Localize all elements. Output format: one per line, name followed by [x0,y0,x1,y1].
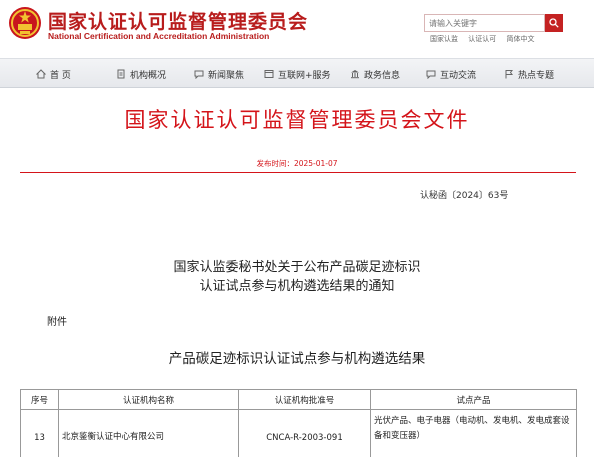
row-pilot-products: 光伏产品、电子电器（电动机、发电机、发电成套设备和变压器） [370,409,577,457]
nav-item-label: 政务信息 [364,70,401,81]
nav-item-hot-topics[interactable]: 热点专题 [504,59,554,89]
notice-title-line2: 认证试点参与机构遴选结果的通知 [199,279,395,294]
nav-item-label: 热点专题 [518,70,555,81]
quick-link[interactable]: 国家认监 [430,35,458,43]
annex-title: 产品碳足迹标识认证试点参与机构遴选结果 [168,351,426,367]
home-icon [36,69,46,79]
nav-item-interaction[interactable]: 互动交流 [426,59,476,89]
column-header-pilot-products: 试点产品 [370,389,577,410]
quick-link[interactable]: 认证认可 [468,35,496,43]
national-emblem-icon[interactable] [8,6,42,40]
column-header-no: 序号 [20,389,59,410]
row-org-name: 北京鉴衡认证中心有限公司 [58,409,239,457]
nav-item-gov-info[interactable]: 政务信息 [350,59,400,89]
search-button[interactable] [545,14,563,32]
search-input[interactable] [424,14,545,32]
window-icon [264,70,274,78]
row-approval-no: CNCA-R-2003-091 [238,409,371,457]
red-divider [20,172,576,173]
search-icon [549,18,559,28]
site-header: 国家认证认可监督管理委员会 National Certification and… [0,0,594,52]
row-no: 13 [20,409,59,457]
nav-item-home[interactable]: 首 页 [36,59,71,89]
document-title: 国家认证认可监督管理委员会文件 [124,108,470,132]
main-nav: 首 页 机构概况 新闻聚焦 互联网+服务 政务信息 互动交流 热点专题 [0,58,594,88]
nav-item-label: 互联网+服务 [278,70,331,81]
table-header-row: 序号 认证机构名称 认证机构批准号 试点产品 [20,389,577,410]
attachment-label: 附件 [47,317,67,328]
org-name-en: National Certification and Accreditation… [48,31,270,41]
chat-icon [194,70,204,79]
results-table: 序号 认证机构名称 认证机构批准号 试点产品 13 北京鉴衡认证中心有限公司 C… [20,389,577,457]
nav-item-label: 机构概况 [130,70,167,81]
nav-item-news[interactable]: 新闻聚焦 [194,59,244,89]
column-header-approval-no: 认证机构批准号 [238,389,371,410]
publish-date: 发布时间：2025-01-07 [256,159,338,168]
gov-icon [351,70,359,79]
document-icon [117,69,125,79]
notice-title: 国家认监委秘书处关于公布产品碳足迹标识 认证试点参与机构遴选结果的通知 [0,258,594,296]
quick-link[interactable]: 简体中文 [506,35,534,43]
quick-links: 国家认监 认证认可 简体中文 [430,34,542,44]
column-header-org-name: 认证机构名称 [58,389,239,410]
flag-icon [505,70,513,79]
notice-title-line1: 国家认监委秘书处关于公布产品碳足迹标识 [173,260,421,275]
table-row: 13 北京鉴衡认证中心有限公司 CNCA-R-2003-091 光伏产品、电子电… [20,409,577,457]
nav-item-label: 新闻聚焦 [208,70,245,81]
nav-item-about[interactable]: 机构概况 [116,59,166,89]
nav-item-label: 首 页 [50,70,71,81]
document-number: 认秘函〔2024〕63号 [420,191,509,201]
chat-icon [426,70,436,79]
nav-item-internet-service[interactable]: 互联网+服务 [264,59,331,89]
nav-item-label: 互动交流 [440,70,477,81]
org-name-cn[interactable]: 国家认证认可监督管理委员会 [48,7,308,34]
